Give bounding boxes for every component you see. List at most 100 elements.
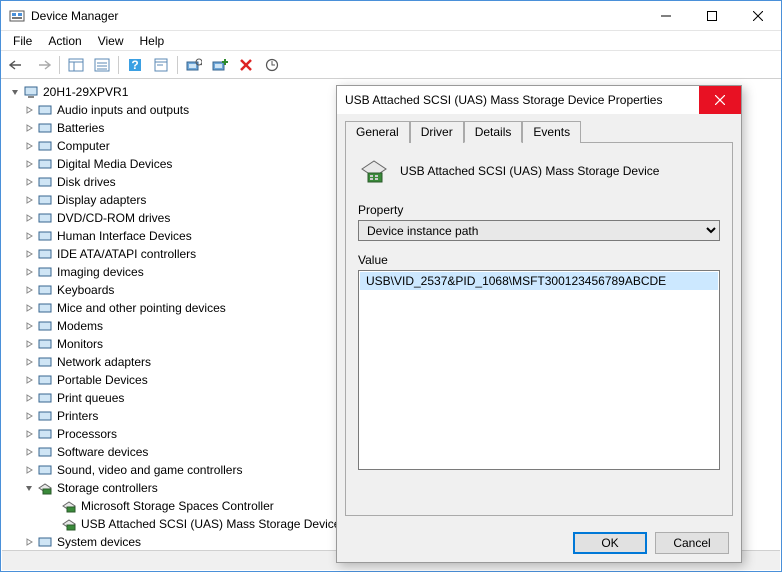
cancel-button[interactable]: Cancel (655, 532, 729, 554)
tree-root-label: 20H1-29XPVR1 (43, 85, 128, 99)
menu-help[interactable]: Help (134, 32, 171, 50)
category-icon (37, 372, 53, 388)
menu-file[interactable]: File (7, 32, 38, 50)
category-icon (37, 174, 53, 190)
chevron-right-icon[interactable] (23, 412, 35, 420)
tree-category-label: Mice and other pointing devices (57, 301, 226, 315)
add-hardware-button[interactable] (208, 54, 232, 76)
chevron-right-icon[interactable] (23, 376, 35, 384)
category-icon (37, 138, 53, 154)
chevron-right-icon[interactable] (23, 466, 35, 474)
window-title: Device Manager (31, 9, 643, 23)
forward-button[interactable] (31, 54, 55, 76)
menubar: File Action View Help (1, 31, 781, 51)
dialog-tabs: General Driver Details Events (345, 120, 733, 143)
chevron-right-icon[interactable] (23, 106, 35, 114)
help-button[interactable]: ? (123, 54, 147, 76)
chevron-right-icon[interactable] (23, 358, 35, 366)
scan-hardware-button[interactable] (182, 54, 206, 76)
chevron-right-icon[interactable] (23, 394, 35, 402)
chevron-right-icon[interactable] (23, 286, 35, 294)
category-icon (37, 102, 53, 118)
tree-device-label: Microsoft Storage Spaces Controller (81, 499, 274, 513)
value-listbox[interactable]: USB\VID_2537&PID_1068\MSFT300123456789AB… (358, 270, 720, 470)
chevron-right-icon[interactable] (23, 268, 35, 276)
tree-category-label: Processors (57, 427, 117, 441)
tree-category-label: Digital Media Devices (57, 157, 172, 171)
properties-dialog: USB Attached SCSI (UAS) Mass Storage Dev… (336, 85, 742, 563)
tab-driver[interactable]: Driver (410, 121, 464, 143)
category-icon (37, 354, 53, 370)
category-icon (37, 426, 53, 442)
close-button[interactable] (735, 1, 781, 31)
category-icon (37, 300, 53, 316)
chevron-right-icon[interactable] (23, 538, 35, 546)
tree-category-label: Print queues (57, 391, 124, 405)
category-icon (37, 462, 53, 478)
category-icon (37, 192, 53, 208)
tree-category-label: Software devices (57, 445, 148, 459)
tree-category-label: System devices (57, 535, 141, 549)
tab-general[interactable]: General (345, 121, 410, 143)
back-button[interactable] (5, 54, 29, 76)
menu-view[interactable]: View (92, 32, 130, 50)
svg-text:?: ? (131, 58, 138, 72)
chevron-right-icon[interactable] (23, 448, 35, 456)
chevron-right-icon[interactable] (23, 250, 35, 258)
tab-events[interactable]: Events (522, 121, 581, 143)
category-icon (37, 318, 53, 334)
menu-action[interactable]: Action (42, 32, 87, 50)
show-hide-tree-button[interactable] (64, 54, 88, 76)
app-icon (9, 8, 25, 24)
tree-category-label: Disk drives (57, 175, 116, 189)
tree-category-label: DVD/CD-ROM drives (57, 211, 170, 225)
tree-category-label: Network adapters (57, 355, 151, 369)
maximize-button[interactable] (689, 1, 735, 31)
tree-category-label: IDE ATA/ATAPI controllers (57, 247, 196, 261)
chevron-down-icon[interactable] (9, 88, 21, 96)
properties-button[interactable] (90, 54, 114, 76)
value-label: Value (358, 253, 720, 267)
chevron-right-icon[interactable] (23, 340, 35, 348)
toolbar: ? (1, 51, 781, 79)
tree-category-label: Batteries (57, 121, 104, 135)
tree-device-label: USB Attached SCSI (UAS) Mass Storage Dev… (81, 517, 340, 531)
value-item[interactable]: USB\VID_2537&PID_1068\MSFT300123456789AB… (360, 272, 718, 290)
tree-category-label: Sound, video and game controllers (57, 463, 242, 477)
category-icon (37, 228, 53, 244)
action-button[interactable] (149, 54, 173, 76)
tree-category-label: Modems (57, 319, 103, 333)
chevron-right-icon[interactable] (23, 142, 35, 150)
tree-category-label: Computer (57, 139, 110, 153)
update-driver-button[interactable] (260, 54, 284, 76)
chevron-right-icon[interactable] (23, 124, 35, 132)
chevron-right-icon[interactable] (23, 304, 35, 312)
chevron-right-icon[interactable] (23, 322, 35, 330)
ok-button[interactable]: OK (573, 532, 647, 554)
category-icon (37, 156, 53, 172)
chevron-right-icon[interactable] (23, 430, 35, 438)
minimize-button[interactable] (643, 1, 689, 31)
category-icon (37, 264, 53, 280)
category-icon (37, 408, 53, 424)
device-icon (358, 155, 390, 187)
tree-category-label: Printers (57, 409, 98, 423)
chevron-right-icon[interactable] (23, 160, 35, 168)
titlebar: Device Manager (1, 1, 781, 31)
category-icon (37, 390, 53, 406)
chevron-right-icon[interactable] (23, 178, 35, 186)
category-icon (37, 480, 53, 496)
category-icon (37, 282, 53, 298)
device-name: USB Attached SCSI (UAS) Mass Storage Dev… (400, 164, 659, 178)
chevron-down-icon[interactable] (23, 484, 35, 492)
tree-category-label: Portable Devices (57, 373, 148, 387)
chevron-right-icon[interactable] (23, 232, 35, 240)
property-select[interactable]: Device instance path (358, 220, 720, 241)
uninstall-button[interactable] (234, 54, 258, 76)
chevron-right-icon[interactable] (23, 196, 35, 204)
device-icon (61, 516, 77, 532)
property-label: Property (358, 203, 720, 217)
tab-details[interactable]: Details (464, 121, 523, 143)
chevron-right-icon[interactable] (23, 214, 35, 222)
dialog-close-button[interactable] (699, 86, 741, 114)
